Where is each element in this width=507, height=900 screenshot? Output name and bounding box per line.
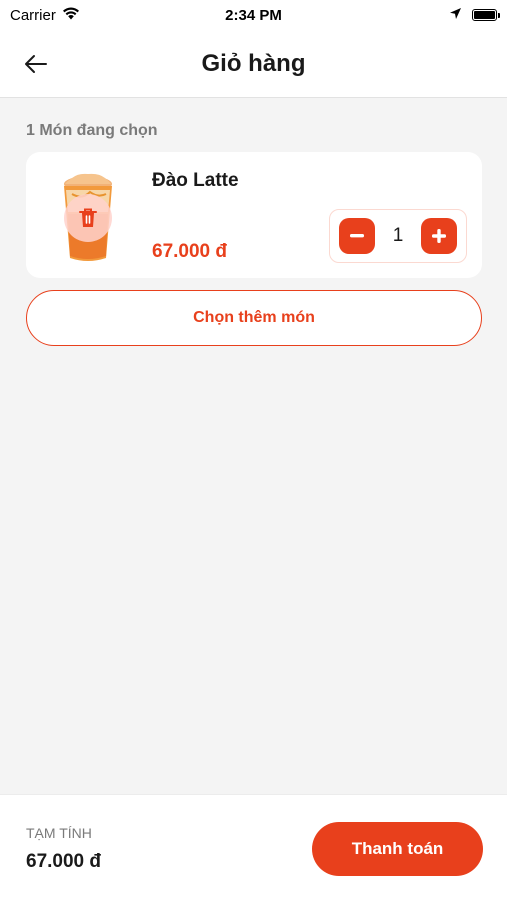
minus-icon (350, 234, 364, 238)
plus-icon (431, 229, 446, 243)
status-right (449, 7, 500, 24)
trash-icon (79, 208, 97, 227)
page-title: Giỏ hàng (201, 49, 306, 77)
increase-quantity-button[interactable] (420, 218, 457, 254)
checkout-bar: TẠM TÍNH 67.000 đ Thanh toán (0, 794, 507, 900)
wifi-icon (62, 7, 80, 24)
back-button[interactable] (18, 46, 54, 82)
status-left: Carrier (10, 7, 80, 24)
decrease-quantity-button[interactable] (339, 218, 375, 254)
cart-item-card: Đào Latte 67.000 đ 1 (26, 152, 482, 278)
cart-count-label: 1 Món đang chọn (26, 122, 158, 139)
location-arrow-icon (449, 7, 462, 24)
checkout-button[interactable]: Thanh toán (312, 822, 483, 876)
subtotal-value: 67.000 đ (26, 851, 101, 872)
quantity-stepper: 1 (329, 209, 467, 263)
product-price: 67.000 đ (152, 241, 227, 262)
back-arrow-icon (25, 55, 47, 73)
carrier-label: Carrier (10, 6, 56, 24)
subtotal-label: TẠM TÍNH (26, 825, 92, 841)
status-bar: Carrier 2:34 PM (0, 0, 507, 30)
add-more-items-button[interactable]: Chọn thêm món (26, 290, 482, 346)
quantity-value: 1 (392, 225, 404, 246)
nav-bar: Giỏ hàng (0, 30, 507, 98)
battery-icon (472, 9, 500, 21)
remove-item-button[interactable] (64, 194, 112, 242)
product-name: Đào Latte (152, 170, 239, 191)
